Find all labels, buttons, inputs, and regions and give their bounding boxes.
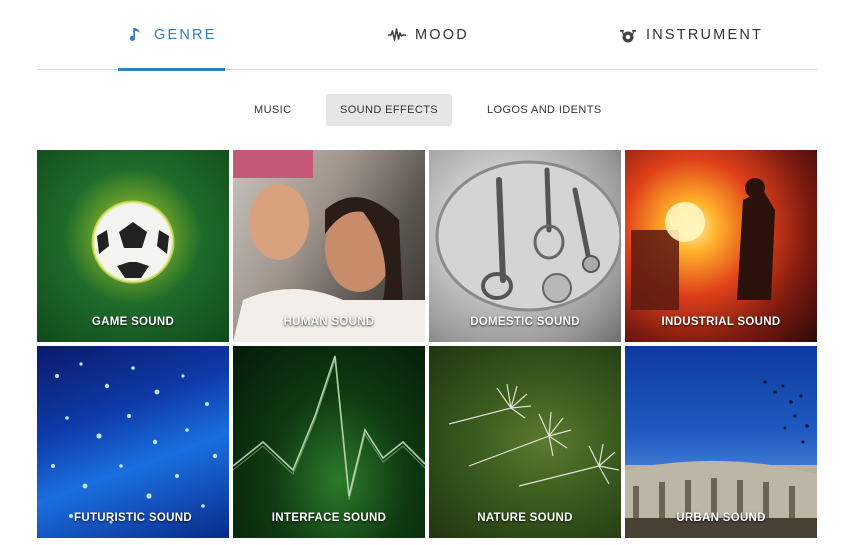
tile-nature-sound[interactable]: NATURE SOUND	[429, 346, 621, 538]
tile-urban-sound[interactable]: URBAN SOUND	[625, 346, 817, 538]
tile-game-sound[interactable]: GAME SOUND	[37, 150, 229, 342]
tab-mood-label: MOOD	[415, 26, 469, 43]
tile-label: INTERFACE SOUND	[271, 512, 387, 524]
game-sound-image	[37, 150, 229, 342]
industrial-sound-image	[625, 150, 817, 342]
tile-label: HUMAN SOUND	[283, 316, 375, 328]
tab-instrument[interactable]: INSTRUMENT	[619, 0, 763, 69]
tile-label: NATURE SOUND	[477, 512, 573, 524]
waveform-icon	[388, 26, 406, 44]
sound-category-grid: GAME SOUND HUMAN SOUND DOMESTIC SOUND IN…	[37, 150, 817, 538]
nature-sound-image	[429, 346, 621, 538]
tile-human-sound[interactable]: HUMAN SOUND	[233, 150, 425, 342]
tile-label: DOMESTIC SOUND	[470, 316, 580, 328]
human-sound-image	[233, 150, 425, 342]
tile-label: FUTURISTIC SOUND	[74, 512, 192, 524]
tile-interface-sound[interactable]: INTERFACE SOUND	[233, 346, 425, 538]
subtab-music[interactable]: MUSIC	[238, 94, 307, 126]
tile-futuristic-sound[interactable]: FUTURISTIC SOUND	[37, 346, 229, 538]
domestic-sound-image	[429, 150, 621, 342]
music-note-icon	[127, 26, 145, 44]
tile-label: GAME SOUND	[91, 316, 175, 328]
genre-mood-instrument-tabs: GENRE MOOD INSTRUMENT	[37, 0, 817, 71]
category-subtabs: MUSIC SOUND EFFECTS LOGOS AND IDENTS	[0, 94, 842, 126]
tile-label: URBAN SOUND	[676, 512, 766, 524]
tile-domestic-sound[interactable]: DOMESTIC SOUND	[429, 150, 621, 342]
tab-genre-label: GENRE	[154, 26, 217, 43]
tab-genre[interactable]: GENRE	[118, 0, 225, 71]
tile-industrial-sound[interactable]: INDUSTRIAL SOUND	[625, 150, 817, 342]
urban-sound-image	[625, 346, 817, 538]
futuristic-sound-image	[37, 346, 229, 538]
tab-instrument-label: INSTRUMENT	[646, 26, 764, 43]
tile-label: INDUSTRIAL SOUND	[661, 316, 781, 328]
tab-mood[interactable]: MOOD	[388, 0, 469, 69]
interface-sound-image	[233, 346, 425, 538]
subtab-logos-and-idents[interactable]: LOGOS AND IDENTS	[471, 94, 618, 126]
drum-icon	[619, 26, 637, 44]
subtab-sound-effects[interactable]: SOUND EFFECTS	[326, 94, 452, 126]
